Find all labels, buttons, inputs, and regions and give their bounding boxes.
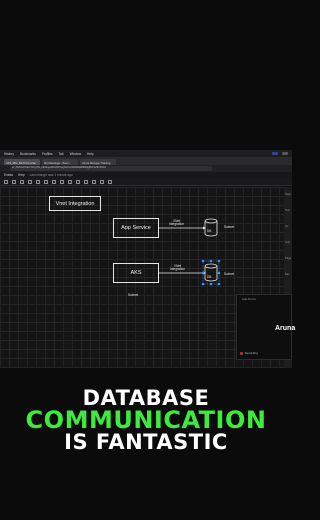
webcam-title: Ask Aruna [242,297,256,301]
panel-label[interactable]: Style [285,193,291,196]
panel-label[interactable]: Bac [285,273,289,276]
panel-label[interactable]: Arr [285,225,288,228]
menu-help[interactable]: Help [87,152,94,156]
diagram-toolbar [0,178,292,186]
status-chip[interactable] [272,152,278,155]
arrowhead-icon [203,226,206,230]
recording-text: Recording [245,351,258,355]
undo-icon[interactable] [4,179,8,184]
panel-label[interactable]: Page [285,257,291,260]
table-icon[interactable] [108,179,112,184]
menu-profiles[interactable]: Profiles [42,152,53,156]
zoom-in-icon[interactable] [20,179,24,184]
insert-icon[interactable] [100,179,104,184]
zoom-out-icon[interactable] [28,179,32,184]
delete-icon[interactable] [36,179,40,184]
menu-app-help[interactable]: Help [18,173,25,177]
db-label: DB [207,229,212,233]
menu-tab[interactable]: Tab [59,152,64,156]
menu-bookmarks[interactable]: Bookmarks [20,152,36,156]
subnet-label: Subnet [224,272,235,276]
redo-icon[interactable] [12,179,16,184]
menu-history[interactable]: History [4,152,14,156]
connection-icon[interactable] [84,179,88,184]
participant-name: Aruna [275,325,296,332]
to-back-icon[interactable] [52,179,56,184]
connector-label: VNet Integration [170,264,186,272]
caption-line-3: IS FANTASTIC [64,430,228,454]
last-change-text: Last change was 1 minute ago [29,173,73,177]
subnet-label: Subnet [128,293,139,297]
address-bar: e/_dNOLd?tdsl=%1QTN_IdhtesgaWu31Z=sgfsd=… [0,165,292,172]
fill-color-icon[interactable] [60,179,64,184]
to-front-icon[interactable] [44,179,48,184]
subnet-label: Subnet [224,225,235,229]
os-menubar: History Bookmarks Profiles Tab Window He… [0,150,292,157]
database-icon[interactable] [204,218,218,237]
line-color-icon[interactable] [68,179,72,184]
menu-window[interactable]: Window [70,152,81,156]
panel-label[interactable]: Grid [285,241,290,244]
panel-label[interactable]: Text [285,209,290,212]
menu-extras[interactable]: Extras [4,173,13,177]
waypoint-icon[interactable] [92,179,96,184]
browser-tabbar: AZ1_IBN_BATCH1(shar... My Meetings - Zoo… [0,157,292,165]
status-area [272,152,292,155]
db-label: DB [207,275,212,279]
connector-label: VNet Integration [169,219,185,227]
url-input[interactable]: e/_dNOLd?tdsl=%1QTN_IdhtesgaWu31Z=sgfsd=… [10,166,212,171]
status-chip[interactable] [282,152,288,155]
recording-dot-icon [240,352,243,355]
webcam-overlay: Ask Aruna Aruna Recording [236,294,296,360]
shadow-icon[interactable] [76,179,80,184]
